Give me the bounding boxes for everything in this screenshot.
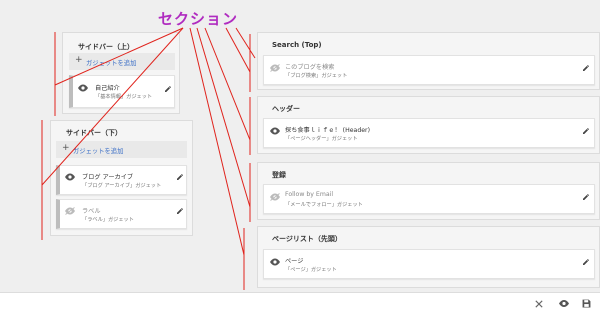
annotation-lines <box>41 27 256 290</box>
annotation-title: セクション <box>158 10 239 28</box>
